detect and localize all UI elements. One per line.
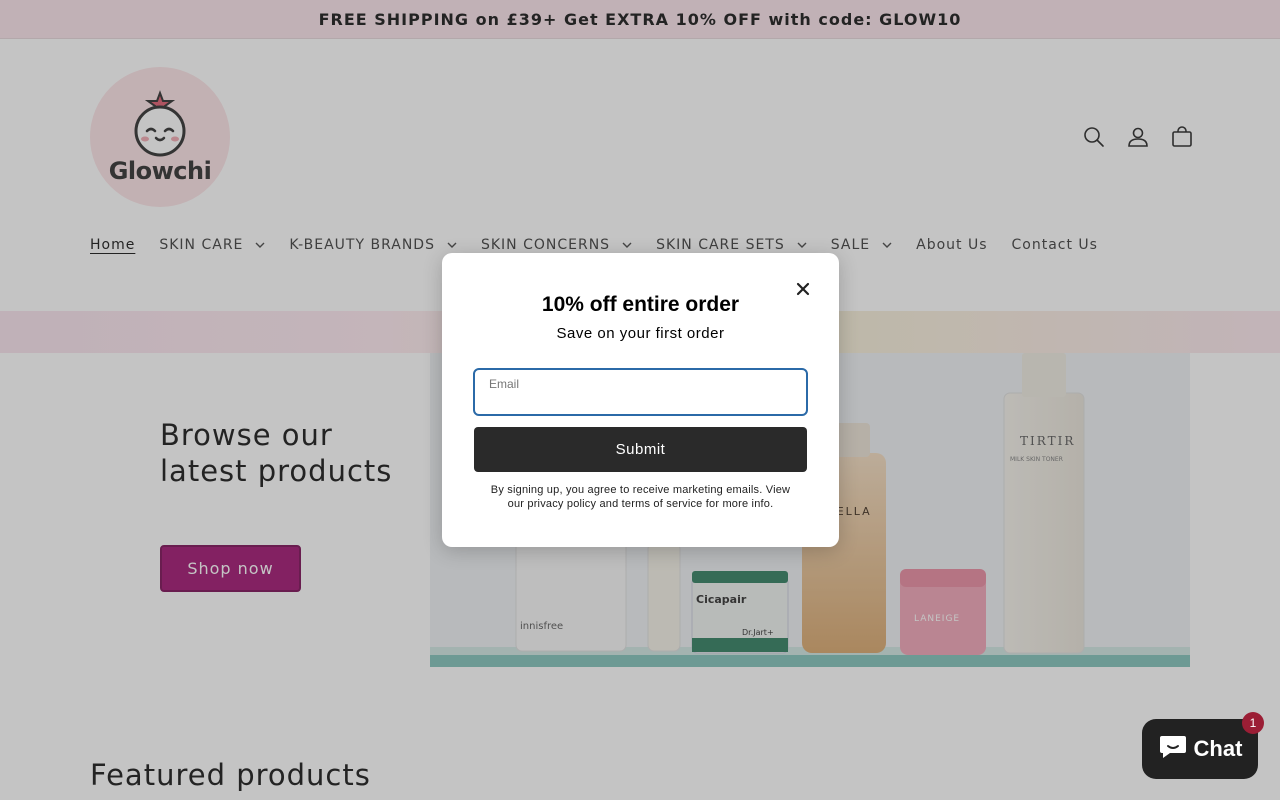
modal-title: 10% off entire order [541,293,740,316]
legal-text: By signing up, you agree to receive mark… [490,484,791,510]
chat-icon [1158,734,1188,764]
modal-subtitle: Save on your first order [556,325,725,342]
email-input[interactable] [489,392,789,412]
email-label: Email [489,377,520,391]
chat-label: Chat [1193,736,1243,761]
email-field[interactable]: Email [473,368,808,416]
chat-button[interactable]: Chat [1142,719,1258,779]
submit-button[interactable]: Submit [474,427,807,472]
signup-modal: 10% off entire order Save on your first … [442,253,839,547]
chat-badge: 1 [1242,712,1264,734]
